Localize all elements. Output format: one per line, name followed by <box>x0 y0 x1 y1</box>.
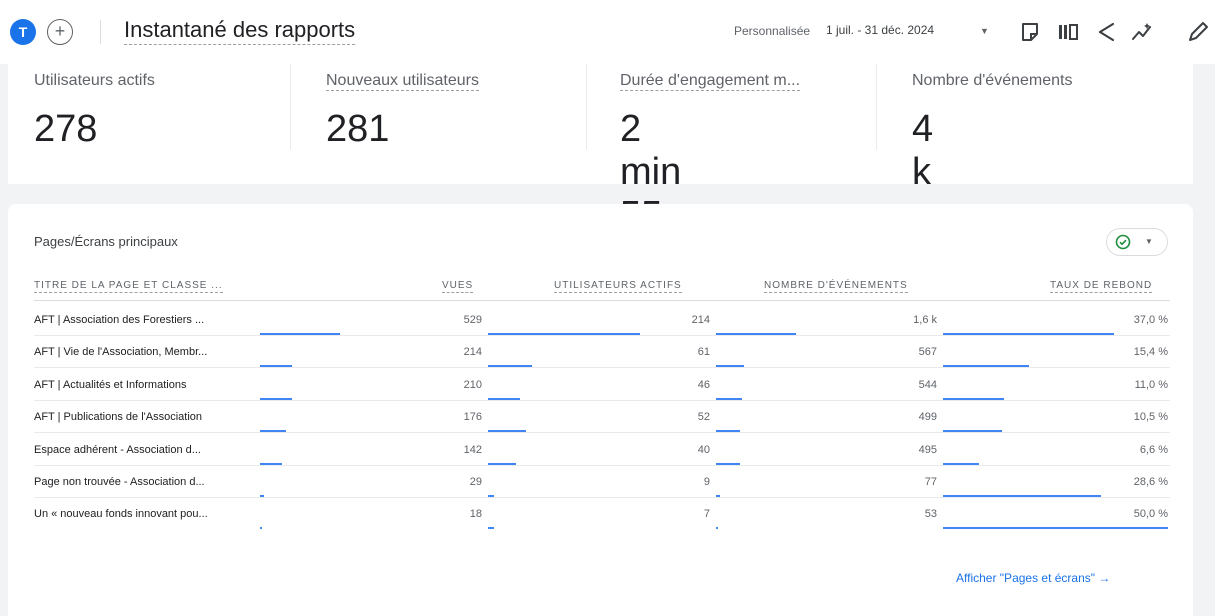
cell-events: 567 <box>918 346 937 359</box>
kpi-value: 4 k <box>912 108 934 193</box>
cell-rebond: 50,0 % <box>1133 508 1168 521</box>
cell-vues: 210 <box>463 378 482 391</box>
top-pages-card: Pages/Écrans principaux ▼ TITRE DE LA PA… <box>8 204 1193 616</box>
share-icon[interactable] <box>1094 20 1118 44</box>
kpi-label: Nombre d'événements <box>912 72 1073 89</box>
kpi-value: 281 <box>326 108 390 150</box>
table-row[interactable]: AFT | Association des Forestiers ... 529 2… <box>8 304 1193 336</box>
cell-vues: 142 <box>463 443 482 456</box>
cell-users: 52 <box>697 411 710 424</box>
cell-rebond: 6,6 % <box>1139 443 1168 456</box>
edit-pencil-icon[interactable] <box>1186 20 1208 44</box>
add-comparison-button[interactable]: + <box>47 19 73 45</box>
cell-events: 495 <box>918 443 937 456</box>
cell-events: 544 <box>918 378 937 391</box>
col-header-active-users[interactable]: UTILISATEURS ACTIFS <box>554 280 682 293</box>
cell-users: 214 <box>691 314 710 326</box>
data-quality-chip[interactable]: ▼ <box>1106 228 1168 256</box>
table-row[interactable]: AFT | Vie de l'Association, Membr... 214 6… <box>8 336 1193 369</box>
cell-vues: 176 <box>463 411 482 424</box>
insights-icon[interactable] <box>1130 20 1154 44</box>
cell-events: 53 <box>924 508 937 521</box>
kpi-label: Nouveaux utilisateurs <box>326 72 479 91</box>
cell-vues: 529 <box>463 314 482 326</box>
check-circle-icon <box>1115 234 1131 250</box>
col-header-event-count[interactable]: NOMBRE D'ÉVÉNEMENTS <box>764 280 908 293</box>
cell-page-title: AFT | Vie de l'Association, Membr... <box>34 346 208 359</box>
compare-icon[interactable] <box>1056 20 1080 44</box>
col-header-page-title[interactable]: TITRE DE LA PAGE ET CLASSE ... <box>34 280 223 293</box>
table-row[interactable]: Page non trouvée - Association d... 29 9 77… <box>8 466 1193 498</box>
chevron-down-icon: ▼ <box>1145 237 1153 246</box>
kpi-divider <box>876 64 877 150</box>
cell-rebond: 15,4 % <box>1133 346 1168 359</box>
kpi-divider <box>586 64 587 150</box>
bar-vues <box>260 527 262 530</box>
view-pages-link[interactable]: Afficher "Pages et écrans" → <box>956 571 1110 585</box>
cell-users: 40 <box>697 443 710 456</box>
kpi-card: Utilisateurs actifs 278 Nouveaux utilisa… <box>8 64 1193 279</box>
cell-page-title: Espace adhérent - Association d... <box>34 443 201 456</box>
cell-users: 7 <box>703 508 710 521</box>
cell-page-title: AFT | Publications de l'Association <box>34 411 203 424</box>
table-row[interactable]: Espace adhérent - Association d... 142 40 4… <box>8 434 1193 466</box>
report-header: T + Instantané des rapports Personnalisé… <box>0 0 1215 64</box>
account-avatar[interactable]: T <box>10 19 36 45</box>
cell-vues: 214 <box>463 346 482 359</box>
cell-rebond: 11,0 % <box>1134 378 1168 391</box>
table-row[interactable]: AFT | Actualités et Informations 210 46 544… <box>8 369 1193 401</box>
kpi-label: Utilisateurs actifs <box>34 72 155 89</box>
cell-page-title: AFT | Actualités et Informations <box>34 378 187 391</box>
col-header-views[interactable]: VUES <box>442 280 474 293</box>
col-header-bounce-rate[interactable]: TAUX DE REBOND <box>1050 280 1153 293</box>
cell-page-title: AFT | Association des Forestiers ... <box>34 314 205 326</box>
kpi-label: Durée d'engagement m... <box>620 72 801 91</box>
cell-vues: 18 <box>469 508 482 521</box>
cell-rebond: 37,0 % <box>1133 314 1168 326</box>
cell-page-title: Page non trouvée - Association d... <box>34 476 205 488</box>
kpi-divider <box>290 64 291 150</box>
cell-users: 9 <box>703 476 710 488</box>
cell-events: 77 <box>924 476 937 488</box>
customize-report-icon[interactable] <box>1018 20 1042 44</box>
table-row[interactable]: Un « nouveau fonds innovant pou... 18 7 53 5… <box>8 498 1193 530</box>
cell-users: 61 <box>697 346 710 359</box>
date-dropdown-icon[interactable]: ▼ <box>980 26 989 36</box>
cell-users: 46 <box>697 378 710 391</box>
cell-rebond: 10,5 % <box>1133 411 1168 424</box>
date-preset-label[interactable]: Personnalisée <box>734 24 810 38</box>
cell-events: 1,6 k <box>913 314 937 326</box>
date-range[interactable]: 1 juil. - 31 déc. 2024 <box>826 23 934 37</box>
header-divider <box>100 20 101 44</box>
card-title: Pages/Écrans principaux <box>34 234 178 249</box>
cell-events: 499 <box>918 411 937 424</box>
kpi-value: 278 <box>34 108 98 150</box>
cell-rebond: 28,6 % <box>1133 476 1168 488</box>
cell-page-title: Un « nouveau fonds innovant pou... <box>34 508 208 521</box>
cell-vues: 29 <box>469 476 482 488</box>
bar-rebond <box>943 527 1168 530</box>
page-title[interactable]: Instantané des rapports <box>124 16 356 45</box>
table-row[interactable]: AFT | Publications de l'Association 176 52… <box>8 401 1193 434</box>
table-header-divider <box>34 300 1170 301</box>
bar-events <box>716 527 718 530</box>
bar-users <box>488 527 494 530</box>
